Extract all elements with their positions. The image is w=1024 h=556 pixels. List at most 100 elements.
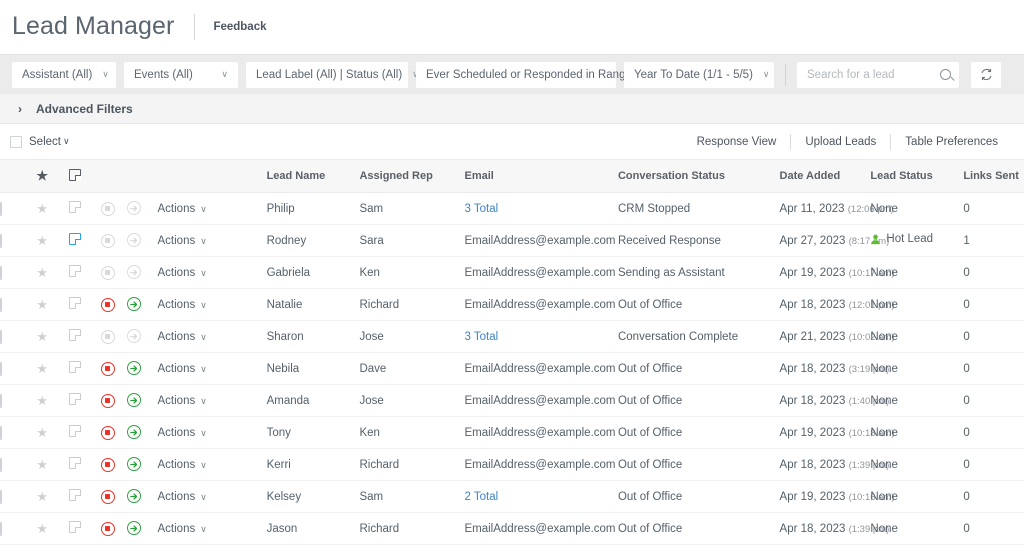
forward-arrow-icon[interactable] [127,457,142,472]
cell-conversation-status: CRM Stopped [617,202,691,215]
row-actions-menu[interactable]: Actions ∨ [158,289,267,321]
forward-arrow-icon[interactable] [127,393,142,408]
star-icon[interactable]: ★ [36,202,48,215]
row-actions-menu[interactable]: Actions ∨ [158,513,267,545]
star-icon[interactable]: ★ [36,458,48,471]
note-icon[interactable] [68,489,82,502]
filter-events[interactable]: Events (All) ∨ [124,61,238,88]
cell-email[interactable]: 3 Total [464,321,617,353]
search-box[interactable] [797,61,959,88]
col-links-sent[interactable]: Links Sent [963,160,1024,193]
forward-arrow-icon[interactable] [127,425,142,440]
note-icon[interactable] [68,521,82,534]
cell-email[interactable]: 2 Total [464,481,617,513]
col-lead-name[interactable]: Lead Name [267,160,360,193]
table-row[interactable]: ★ Actions ∨ Rodney Sara EmailAddress@example.… [0,225,1024,257]
stop-icon[interactable] [100,297,115,312]
response-view-link[interactable]: Response View [683,136,791,148]
forward-arrow-icon[interactable] [127,521,142,536]
row-checkbox[interactable] [0,393,2,408]
row-checkbox[interactable] [0,329,2,344]
feedback-link[interactable]: Feedback [213,21,266,33]
filter-assistant[interactable]: Assistant (All) ∨ [12,61,116,88]
note-icon[interactable] [68,201,82,214]
note-icon[interactable] [68,361,82,374]
row-actions-menu[interactable]: Actions ∨ [158,353,267,385]
star-icon[interactable]: ★ [36,362,48,375]
row-checkbox[interactable] [0,521,2,536]
star-icon[interactable]: ★ [36,298,48,311]
row-actions-menu[interactable]: Actions ∨ [158,321,267,353]
upload-leads-link[interactable]: Upload Leads [791,136,890,148]
row-checkbox[interactable] [0,425,2,440]
stop-icon[interactable] [100,521,115,536]
row-actions-menu[interactable]: Actions ∨ [158,417,267,449]
star-icon[interactable]: ★ [36,522,48,535]
row-checkbox[interactable] [0,297,2,312]
table-row[interactable]: ★ Actions ∨ Natalie Richard EmailAddress@exam… [0,289,1024,321]
lead-status-label: None [870,202,898,215]
row-actions-menu[interactable]: Actions ∨ [158,225,267,257]
table-row[interactable]: ★ Actions ∨ Philip Sam 3 Total CRM Stopped Apr … [0,193,1024,225]
select-all-checkbox[interactable] [10,135,22,148]
stop-icon[interactable] [100,425,115,440]
star-icon[interactable]: ★ [36,234,48,247]
forward-arrow-icon[interactable] [127,489,142,504]
col-lead-status[interactable]: Lead Status [870,160,963,193]
note-icon[interactable] [68,233,82,246]
filter-lead-label-status[interactable]: Lead Label (All) | Status (All) ∨ [246,61,419,88]
refresh-button[interactable] [971,61,1001,88]
forward-arrow-icon[interactable] [127,297,142,312]
table-row[interactable]: ★ Actions ∨ Tony Ken EmailAddress@example.com… [0,417,1024,449]
cell-date-added: Apr 21, 2023 (10:02 am) [780,321,895,353]
leads-table: ★ Lead Name Assigned Rep Email Conversat… [0,159,1024,545]
search-input[interactable] [805,67,940,82]
row-actions-menu[interactable]: Actions ∨ [158,481,267,513]
row-checkbox[interactable] [0,489,2,504]
row-actions-menu[interactable]: Actions ∨ [158,257,267,289]
note-icon[interactable] [68,265,82,278]
stop-icon[interactable] [100,393,115,408]
col-assigned-rep[interactable]: Assigned Rep [359,160,464,193]
row-actions-menu[interactable]: Actions ∨ [158,193,267,225]
col-conversation-status[interactable]: Conversation Status [618,160,780,193]
chevron-down-icon[interactable]: ∨ [63,136,70,147]
note-icon[interactable] [68,297,82,310]
table-row[interactable]: ★ Actions ∨ Jason Richard EmailAddress@exampl… [0,513,1024,545]
note-icon[interactable] [68,425,82,438]
row-checkbox[interactable] [0,233,2,248]
star-icon[interactable]: ★ [36,266,48,279]
star-icon[interactable]: ★ [36,490,48,503]
filter-ever-scheduled[interactable]: Ever Scheduled or Responded in Range: ∨ [416,61,652,88]
stop-icon[interactable] [100,489,115,504]
table-row[interactable]: ★ Actions ∨ Sharon Jose 3 Total Conversation C… [0,321,1024,353]
row-checkbox[interactable] [0,265,2,280]
star-icon[interactable]: ★ [36,394,48,407]
note-icon[interactable] [68,457,82,470]
row-checkbox[interactable] [0,457,2,472]
row-actions-menu[interactable]: Actions ∨ [158,449,267,481]
row-checkbox[interactable] [0,201,2,216]
table-row[interactable]: ★ Actions ∨ Kerri Richard EmailAddress@exampl… [0,449,1024,481]
table-row[interactable]: ★ Actions ∨ Kelsey Sam 2 Total Out of Office Ap… [0,481,1024,513]
row-actions-label: Actions [157,394,196,407]
row-actions-menu[interactable]: Actions ∨ [158,385,267,417]
note-icon[interactable] [68,329,82,342]
select-label[interactable]: Select [29,136,61,148]
table-row[interactable]: ★ Actions ∨ Amanda Jose EmailAddress@example.… [0,385,1024,417]
col-date-added[interactable]: Date Added [780,160,871,193]
table-row[interactable]: ★ Actions ∨ Gabriela Ken EmailAddress@example… [0,257,1024,289]
forward-arrow-icon[interactable] [127,361,142,376]
cell-email[interactable]: 3 Total [464,193,617,225]
star-icon[interactable]: ★ [36,426,48,439]
table-preferences-link[interactable]: Table Preferences [891,136,1012,148]
table-row[interactable]: ★ Actions ∨ Nebila Dave EmailAddress@example.… [0,353,1024,385]
stop-icon[interactable] [100,361,115,376]
star-icon[interactable]: ★ [36,330,48,343]
advanced-filters-toggle[interactable]: › Advanced Filters [0,94,1024,124]
stop-icon[interactable] [100,457,115,472]
note-icon[interactable] [68,393,82,406]
col-email[interactable]: Email [464,160,617,193]
filter-date-range[interactable]: Year To Date (1/1 - 5/5) ∨ [624,61,774,88]
row-checkbox[interactable] [0,361,2,376]
